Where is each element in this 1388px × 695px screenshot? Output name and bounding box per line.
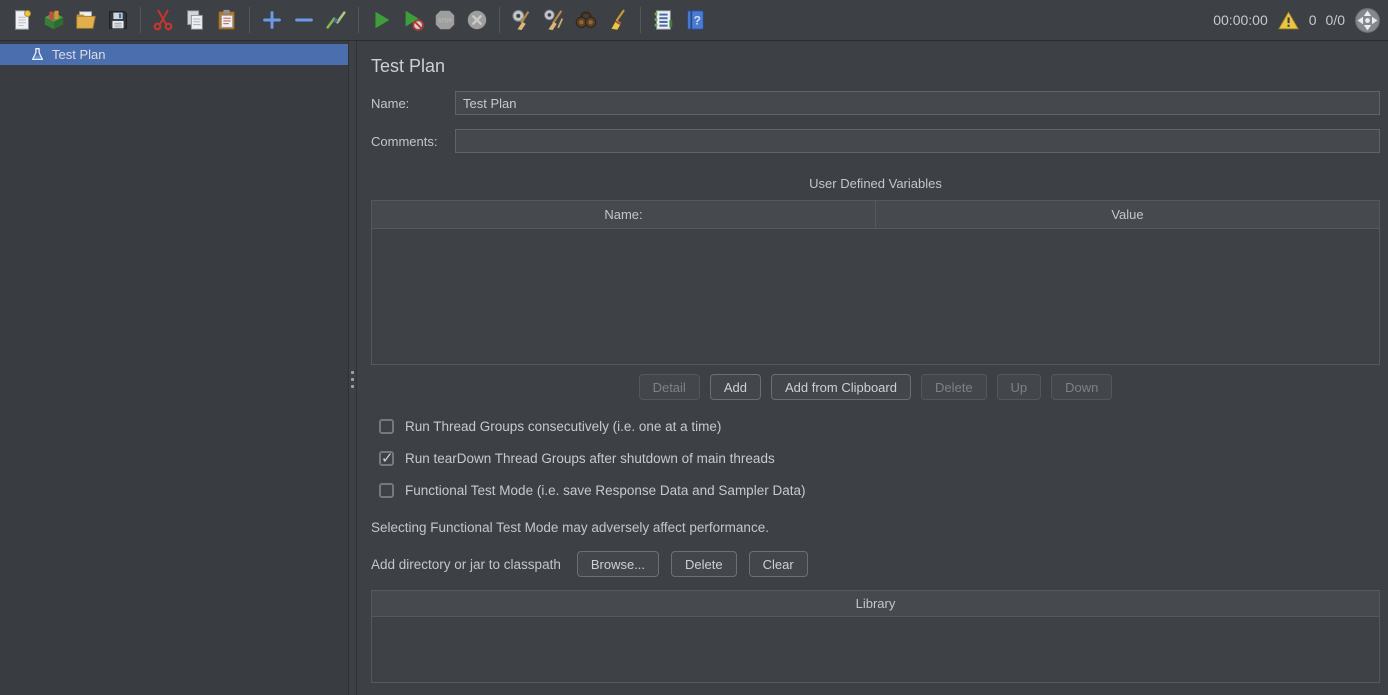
toggle-icon[interactable] — [322, 6, 350, 34]
search-reset-icon[interactable] — [604, 6, 632, 34]
clear-all-icon[interactable] — [540, 6, 568, 34]
collapse-all-icon[interactable] — [290, 6, 318, 34]
jmeter-window: STOP? 00:00:00 0 0/0 Test Plan Test Plan… — [0, 0, 1388, 695]
open-file-icon[interactable] — [72, 6, 100, 34]
delete-variable-button: Delete — [921, 374, 987, 400]
option-run-teardown[interactable]: Run tearDown Thread Groups after shutdow… — [379, 451, 1380, 466]
toolbar-separator — [249, 7, 250, 33]
log-error-count: 0 — [1309, 12, 1317, 28]
svg-text:STOP: STOP — [438, 18, 452, 24]
paste-icon[interactable] — [213, 6, 241, 34]
active-threads-count: 0/0 — [1326, 12, 1345, 28]
splitter-grip-icon — [351, 371, 354, 374]
comments-label: Comments: — [371, 134, 455, 149]
run-teardown-checkbox[interactable] — [379, 451, 394, 466]
add-button[interactable]: Add — [710, 374, 761, 400]
toolbar-separator — [358, 7, 359, 33]
checkbox-label: Run Thread Groups consecutively (i.e. on… — [405, 419, 721, 434]
clear-icon[interactable] — [508, 6, 536, 34]
tree-item-label: Test Plan — [52, 47, 105, 62]
name-label: Name: — [371, 96, 455, 111]
functional-test-mode-checkbox[interactable] — [379, 483, 394, 498]
expand-all-icon[interactable] — [258, 6, 286, 34]
save-icon[interactable] — [104, 6, 132, 34]
search-icon[interactable] — [572, 6, 600, 34]
detail-button: Detail — [639, 374, 700, 400]
elapsed-time: 00:00:00 — [1213, 12, 1268, 28]
cut-icon[interactable] — [149, 6, 177, 34]
tree-main-splitter[interactable] — [348, 41, 357, 695]
user-defined-variables-title: User Defined Variables — [371, 175, 1380, 192]
delete-classpath-button[interactable]: Delete — [671, 551, 737, 577]
toolbar-status: 00:00:00 0 0/0 — [1213, 7, 1382, 34]
option-functional-test-mode[interactable]: Functional Test Mode (i.e. save Response… — [379, 483, 1380, 498]
stop-icon: STOP — [431, 6, 459, 34]
variables-table-header: Name: Value — [372, 201, 1379, 229]
templates-icon[interactable] — [40, 6, 68, 34]
name-input[interactable] — [455, 91, 1380, 115]
classpath-label: Add directory or jar to classpath — [371, 557, 561, 572]
toolbar-separator — [499, 7, 500, 33]
variables-table-body — [372, 229, 1379, 364]
column-header-value[interactable]: Value — [875, 201, 1379, 228]
test-status-indicator-icon — [1354, 7, 1381, 34]
help-icon[interactable]: ? — [681, 6, 709, 34]
add-from-clipboard-button[interactable]: Add from Clipboard — [771, 374, 911, 400]
run-consecutively-checkbox[interactable] — [379, 419, 394, 434]
page-title: Test Plan — [371, 55, 1380, 77]
start-icon[interactable] — [367, 6, 395, 34]
toolbar-separator — [140, 7, 141, 33]
function-helper-icon[interactable] — [649, 6, 677, 34]
checkbox-label: Run tearDown Thread Groups after shutdow… — [405, 451, 775, 466]
new-file-icon[interactable] — [8, 6, 36, 34]
start-no-pauses-icon[interactable] — [399, 6, 427, 34]
option-run-consecutively[interactable]: Run Thread Groups consecutively (i.e. on… — [379, 419, 1380, 434]
toolbar-separator — [640, 7, 641, 33]
run-options: Run Thread Groups consecutively (i.e. on… — [379, 419, 1380, 498]
user-defined-variables-table: Name: Value — [371, 200, 1380, 365]
up-button: Up — [997, 374, 1042, 400]
clear-classpath-button[interactable]: Clear — [749, 551, 808, 577]
library-table: Library — [371, 590, 1380, 683]
warning-icon[interactable] — [1277, 10, 1300, 31]
test-plan-config-panel: Test Plan Name: Comments: User Defined V… — [357, 41, 1388, 695]
toolbar-icon-group: STOP? — [6, 0, 711, 40]
browse-button[interactable]: Browse... — [577, 551, 659, 577]
library-table-body — [372, 617, 1379, 682]
copy-icon[interactable] — [181, 6, 209, 34]
tree-item-test-plan[interactable]: Test Plan — [0, 44, 348, 65]
svg-text:?: ? — [694, 14, 701, 28]
classpath-row: Add directory or jar to classpath Browse… — [371, 551, 1380, 577]
test-plan-flask-icon — [30, 47, 45, 62]
column-header-name[interactable]: Name: — [372, 201, 875, 228]
variables-button-row: Detail Add Add from Clipboard Delete Up … — [371, 374, 1380, 400]
test-tree-panel: Test Plan — [0, 41, 348, 695]
shutdown-icon — [463, 6, 491, 34]
down-button: Down — [1051, 374, 1112, 400]
comments-input[interactable] — [455, 129, 1380, 153]
checkbox-label: Functional Test Mode (i.e. save Response… — [405, 483, 805, 498]
functional-mode-note: Selecting Functional Test Mode may adver… — [371, 520, 1380, 535]
library-column-header[interactable]: Library — [372, 591, 1379, 617]
toolbar: STOP? 00:00:00 0 0/0 — [0, 0, 1388, 41]
